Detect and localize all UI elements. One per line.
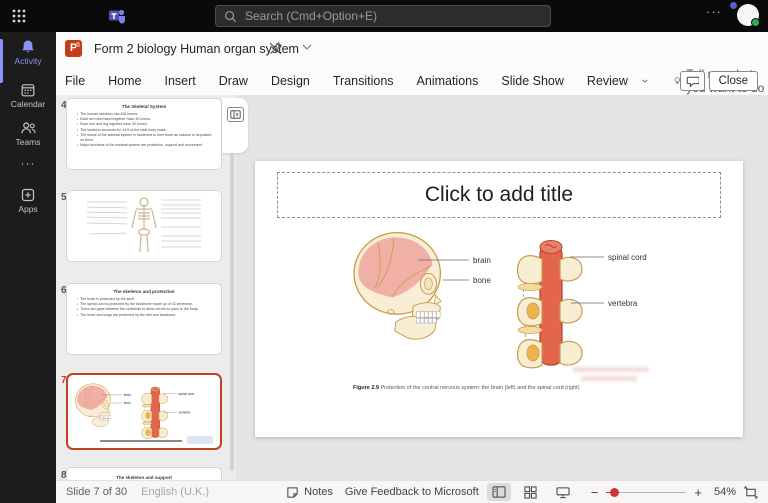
zoom-level[interactable]: 54% [714, 486, 736, 498]
skeleton-diagram-thumbnail [86, 197, 201, 253]
grid-view-icon [524, 485, 537, 499]
fit-slide-to-window-button[interactable] [744, 485, 758, 499]
zoom-slider-knob[interactable] [610, 487, 620, 497]
faded-text-artifact [573, 367, 649, 372]
title-placeholder[interactable]: Click to add title [277, 172, 721, 218]
editing-canvas: Click to add title Figure 2.9 Protection… [236, 95, 768, 480]
presenter-screen-icon [556, 486, 570, 498]
powerpoint-icon: P [65, 40, 82, 57]
menu-design[interactable]: Design [271, 74, 310, 88]
close-button[interactable]: Close [708, 71, 758, 91]
ribbon-menu: File Home Insert Draw Design Transitions… [56, 66, 768, 95]
language-indicator[interactable]: English (U.K.) [141, 486, 209, 498]
thumbnail-slide-7-selected[interactable] [66, 373, 222, 450]
thumbnail-slide-8[interactable]: The skeleton and support [66, 467, 222, 480]
faded-text-artifact [581, 376, 637, 381]
menu-file[interactable]: File [65, 74, 85, 88]
thumbnail-scrollbar[interactable] [230, 99, 234, 471]
teams-top-bar: ··· [0, 0, 768, 32]
normal-view-button[interactable] [486, 483, 511, 501]
slide-count-indicator: Slide 7 of 30 [66, 486, 128, 498]
menu-home[interactable]: Home [108, 74, 141, 88]
people-icon [20, 122, 36, 134]
comments-button[interactable] [680, 71, 705, 91]
thumbnail-caption-line [100, 440, 182, 442]
search-bar[interactable] [215, 5, 551, 27]
figure-caption: Figure 2.9 Protection of the central ner… [353, 385, 580, 391]
zoom-in-button[interactable]: + [690, 485, 706, 500]
apps-icon [21, 188, 35, 202]
menu-draw[interactable]: Draw [219, 74, 248, 88]
menu-review[interactable]: Review [587, 74, 628, 88]
zoom-out-button[interactable]: − [587, 485, 603, 500]
comment-icon [686, 76, 699, 87]
collapse-panel-icon [230, 110, 241, 119]
cns-figure[interactable] [343, 231, 703, 371]
thumbnail-slide-4[interactable]: The Skeletal System ▪ The human skeleton … [66, 98, 222, 170]
calendar-icon [21, 84, 35, 97]
thumbnail-slide-6[interactable]: The skeleton and protection ▪ The brain i… [66, 283, 222, 355]
search-input[interactable] [245, 9, 525, 23]
normal-view-icon [492, 486, 506, 498]
panel-collapse-tab [222, 98, 248, 153]
slide-thumbnail-panel: 4 The Skeletal System ▪ The human skeleto… [56, 95, 236, 480]
search-icon [225, 10, 237, 22]
waffle-menu-icon[interactable] [12, 9, 26, 23]
teams-powerpoint-window: ··· Activity Calendar [0, 0, 768, 503]
bell-icon [22, 40, 34, 53]
slideshow-view-button[interactable] [551, 483, 575, 501]
sidebar-item-apps[interactable]: Apps [0, 187, 56, 214]
notification-dot [730, 2, 737, 9]
fit-to-window-icon [744, 485, 758, 499]
more-options-icon[interactable]: ··· [706, 4, 722, 19]
collapse-panel-button[interactable] [227, 107, 244, 122]
menu-animations[interactable]: Animations [417, 74, 479, 88]
slide-7-editing-surface: Click to add title Figure 2.9 Protection… [255, 161, 743, 437]
menu-insert[interactable]: Insert [165, 74, 196, 88]
thumbnail-highlight-box [187, 436, 213, 444]
menu-transitions[interactable]: Transitions [333, 74, 394, 88]
slide-sorter-view-button[interactable] [519, 483, 543, 501]
notes-toggle[interactable]: Notes [286, 486, 333, 499]
notes-icon [287, 486, 298, 498]
zoom-slider[interactable] [606, 485, 687, 499]
unpin-icon[interactable] [268, 41, 283, 56]
cns-diagram-thumbnail [75, 383, 195, 439]
teams-logo-icon[interactable] [108, 7, 126, 25]
teams-app-rail: Activity Calendar Teams ··· Apps [0, 32, 56, 503]
sidebar-item-calendar[interactable]: Calendar [0, 82, 56, 109]
menu-slide-show[interactable]: Slide Show [501, 74, 564, 88]
thumbnail-slide-5[interactable] [66, 190, 222, 262]
sidebar-item-teams[interactable]: Teams [0, 120, 56, 147]
chevron-down-icon[interactable] [302, 44, 312, 50]
presence-status-dot [751, 18, 760, 27]
feedback-link[interactable]: Give Feedback to Microsoft [345, 486, 479, 498]
status-bar: Slide 7 of 30 English (U.K.) Notes Give … [56, 480, 768, 503]
ribbon-chevron-down-icon[interactable] [642, 78, 648, 84]
document-header: P Form 2 biology Human organ system [56, 32, 768, 66]
sidebar-item-activity[interactable]: Activity [0, 39, 56, 66]
sidebar-more-icon[interactable]: ··· [0, 156, 56, 170]
